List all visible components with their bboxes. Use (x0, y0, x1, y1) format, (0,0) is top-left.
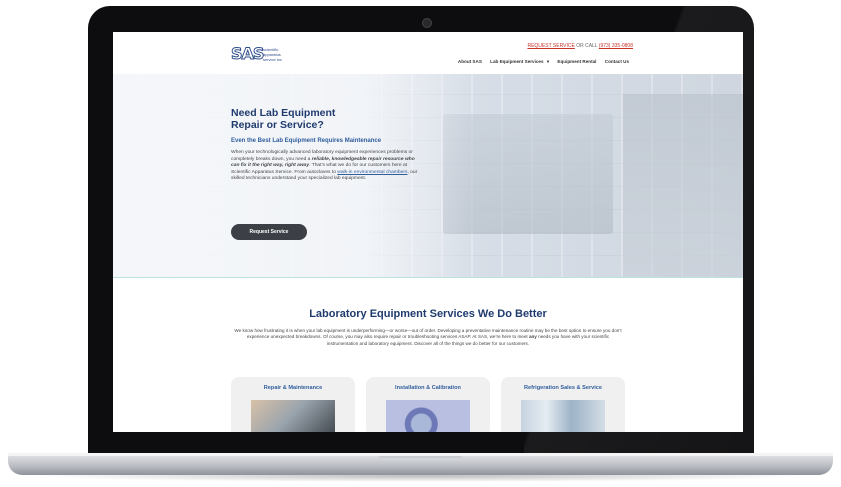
hero-section: Need Lab Equipment Repair or Service? Ev… (113, 74, 743, 278)
services-title: Laboratory Equipment Services We Do Bett… (309, 308, 547, 320)
service-card-repair[interactable]: Repair & Maintenance (231, 377, 355, 432)
nav-item-lab-services[interactable]: Lab Equipment Services ▾ (490, 59, 549, 64)
service-card-title: Refrigeration Sales & Service (523, 385, 603, 391)
request-service-button[interactable]: Request Service (231, 224, 307, 240)
webcam-icon (422, 18, 432, 28)
nav-item-rental[interactable]: Equipment Rental (557, 59, 596, 64)
laptop-base (8, 453, 833, 475)
service-card-title: Installation & Calibration (395, 385, 461, 391)
services-body: We know how frustrating it is when your … (231, 328, 625, 347)
logo-subtitle: scientific apparatus service inc (263, 47, 282, 62)
logo-mark: SAS (230, 44, 264, 64)
nav-item-contact[interactable]: Contact Us (605, 59, 629, 64)
hero-divider (113, 277, 743, 278)
request-service-link[interactable]: REQUEST SERVICE (527, 43, 574, 49)
site-header: SAS scientific apparatus service inc REQ… (113, 32, 743, 74)
refrigeration-image (521, 400, 605, 432)
nav-item-about[interactable]: About SAS (458, 59, 482, 64)
service-card-refrigeration[interactable]: Refrigeration Sales & Service (501, 377, 625, 432)
site-logo[interactable]: SAS scientific apparatus service inc (230, 44, 286, 64)
calibration-gauge-image (386, 400, 470, 432)
main-nav: About SAS Lab Equipment Services ▾ Equip… (451, 59, 629, 65)
hero-equipment-image-right (623, 94, 743, 278)
repair-image (251, 400, 335, 432)
phone-link[interactable]: (973) 335-0808 (599, 43, 633, 49)
hero-subtitle: Even the Best Lab Equipment Requires Mai… (231, 138, 382, 144)
contact-line: REQUEST SERVICE OR CALL (973) 335-0808 (527, 43, 633, 49)
walk-in-chambers-link[interactable]: walk-in environmental chambers (337, 170, 407, 175)
chevron-down-icon: ▾ (546, 59, 550, 64)
hero-title: Need Lab Equipment Repair or Service? (231, 107, 336, 131)
or-call-text: OR CALL (576, 43, 598, 49)
laptop-base-rim (8, 453, 833, 456)
laptop-screen: SAS scientific apparatus service inc REQ… (113, 32, 743, 432)
hero-body: When your technologically advanced labor… (231, 150, 423, 183)
service-card-installation[interactable]: Installation & Calibration (366, 377, 490, 432)
nav-item-lab-services-label: Lab Equipment Services (490, 59, 544, 64)
service-card-title: Repair & Maintenance (263, 385, 323, 391)
services-body-bold: any (528, 334, 537, 340)
